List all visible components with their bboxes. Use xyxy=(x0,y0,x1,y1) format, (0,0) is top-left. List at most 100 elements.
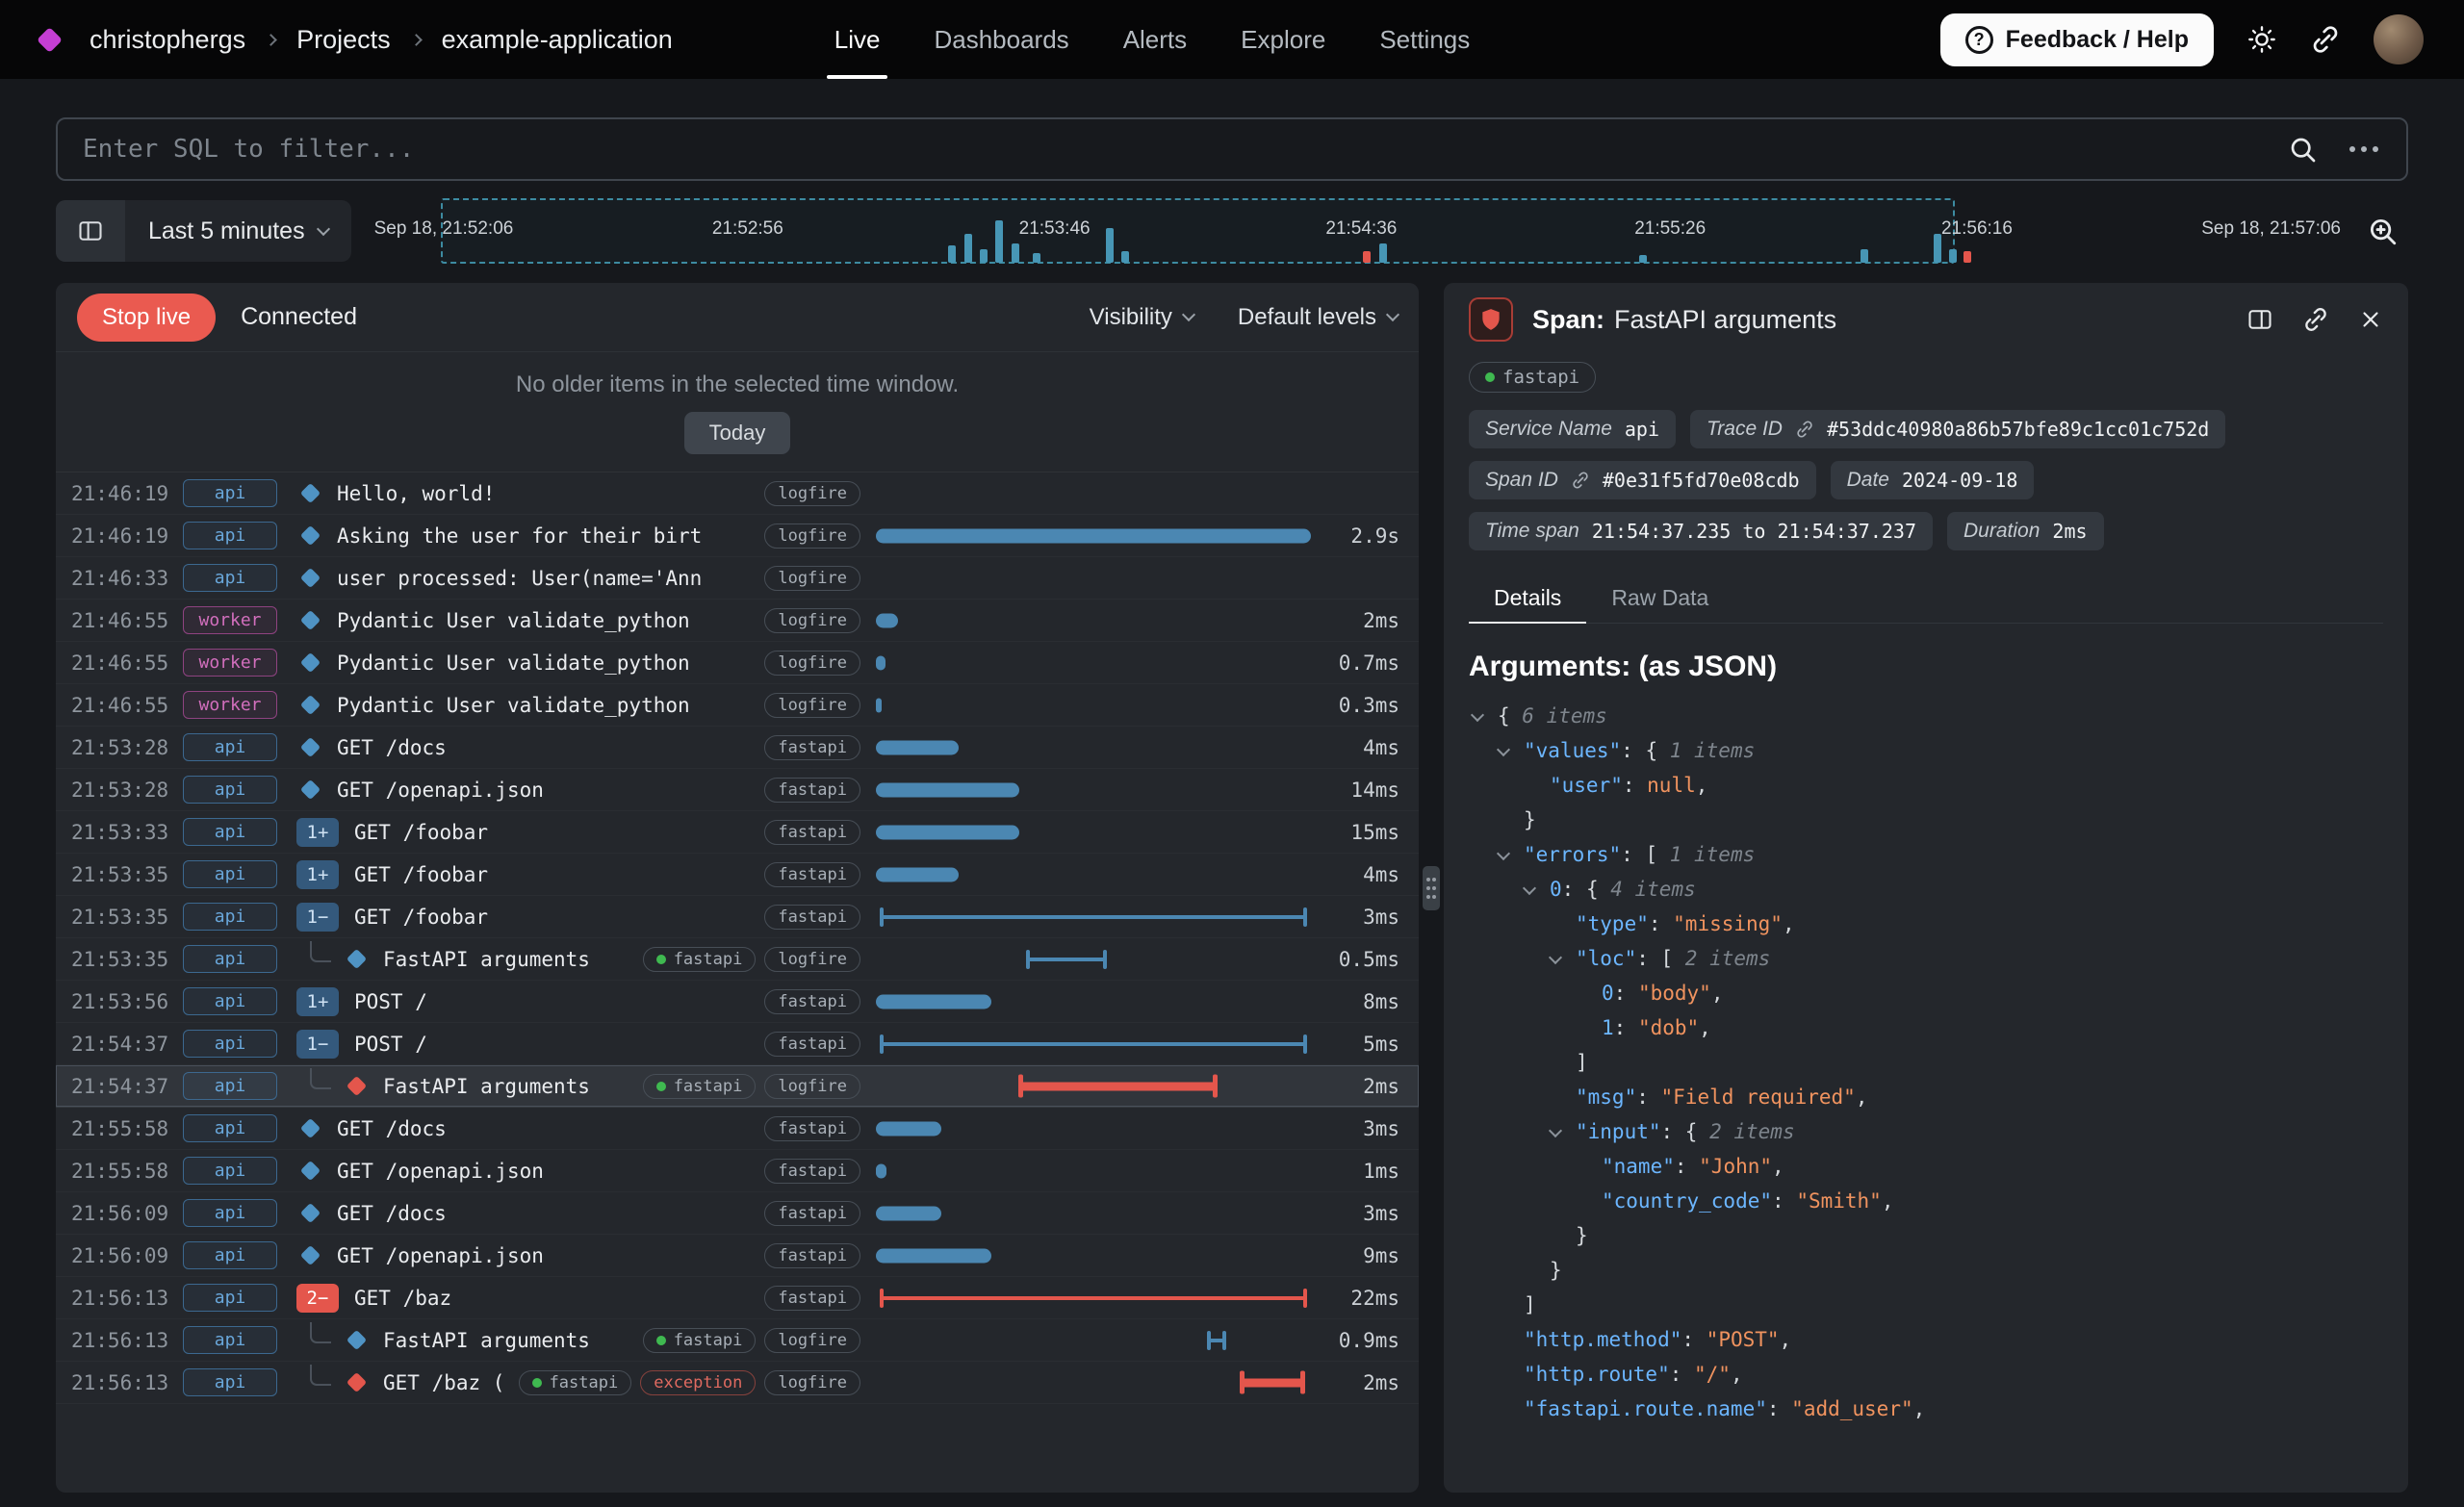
theme-toggle-icon[interactable] xyxy=(2246,24,2277,55)
trace-row[interactable]: 21:56:13apiGET /baz (fofastapiexceptionl… xyxy=(56,1362,1419,1404)
panel-resizer[interactable] xyxy=(1419,283,1444,1493)
stop-live-button[interactable]: Stop live xyxy=(77,294,216,342)
row-chip-fastapi: fastapi xyxy=(764,1201,860,1226)
json-collapse-icon[interactable] xyxy=(1549,1124,1562,1137)
service-tag: api xyxy=(183,522,277,549)
trace-row[interactable]: 21:53:35apiFastAPI argumentsfastapilogfi… xyxy=(56,938,1419,981)
row-duration: 3ms xyxy=(1311,906,1399,929)
duration-bar xyxy=(876,528,1311,543)
span-count-badge[interactable]: 1+ xyxy=(296,860,339,889)
trace-row[interactable]: 21:55:58apiGET /openapi.jsonfastapi1ms xyxy=(56,1150,1419,1192)
row-message: Pydantic User validate_python xyxy=(337,609,690,632)
json-collapse-icon[interactable] xyxy=(1497,743,1510,756)
time-range-selector[interactable]: Last 5 minutes xyxy=(125,200,351,262)
tab-raw-data[interactable]: Raw Data xyxy=(1586,574,1733,623)
row-chip-fastapi: fastapi xyxy=(764,1286,860,1311)
row-time: 21:53:56 xyxy=(71,990,183,1013)
tree-connector-icon xyxy=(310,1365,331,1386)
duration-bar xyxy=(876,1121,941,1136)
tab-details[interactable]: Details xyxy=(1469,574,1586,623)
trace-row[interactable]: 21:53:56api1+POST /fastapi8ms xyxy=(56,981,1419,1023)
chevron-down-icon xyxy=(1386,308,1399,321)
trace-row[interactable]: 21:56:13api2−GET /bazfastapi22ms xyxy=(56,1277,1419,1319)
trace-row[interactable]: 21:46:33apiuser processed: User(name='An… xyxy=(56,557,1419,600)
field-service-name[interactable]: Service Nameapi xyxy=(1469,410,1676,448)
field-trace-id[interactable]: Trace ID#53ddc40980a86b57bfe89c1cc01c752… xyxy=(1690,410,2225,448)
columns-icon[interactable] xyxy=(2246,306,2273,333)
trace-row[interactable]: 21:56:09apiGET /openapi.jsonfastapi9ms xyxy=(56,1235,1419,1277)
field-duration[interactable]: Duration2ms xyxy=(1947,512,2104,550)
filter-more-icon[interactable] xyxy=(2347,144,2381,154)
field-time-span[interactable]: Time span21:54:37.235 to 21:54:37.237 xyxy=(1469,512,1933,550)
duration-track xyxy=(876,769,1311,811)
sidebar-toggle-icon[interactable] xyxy=(56,200,125,262)
row-chip-fastapi: fastapi xyxy=(764,1159,860,1184)
trace-row[interactable]: 21:46:19apiAsking the user for their bir… xyxy=(56,515,1419,557)
trace-row[interactable]: 21:46:55workerPydantic User validate_pyt… xyxy=(56,600,1419,642)
default-levels-dropdown[interactable]: Default levels xyxy=(1238,304,1398,331)
span-count-badge[interactable]: 2− xyxy=(296,1284,339,1313)
duration-bar xyxy=(880,1296,1308,1300)
trace-row[interactable]: 21:56:09apiGET /docsfastapi3ms xyxy=(56,1192,1419,1235)
trace-row[interactable]: 21:46:55workerPydantic User validate_pyt… xyxy=(56,684,1419,727)
field-date[interactable]: Date2024-09-18 xyxy=(1831,461,2035,499)
row-message: GET /baz (fo xyxy=(383,1371,505,1394)
json-line: "type": "missing", xyxy=(1469,907,2383,941)
share-link-icon[interactable] xyxy=(2310,24,2341,55)
duration-bar xyxy=(1018,1082,1218,1090)
trace-row[interactable]: 21:56:13apiFastAPI argumentsfastapilogfi… xyxy=(56,1319,1419,1362)
span-count-badge[interactable]: 1− xyxy=(296,1030,339,1059)
trace-row[interactable]: 21:53:28apiGET /openapi.jsonfastapi14ms xyxy=(56,769,1419,811)
trace-row[interactable]: 21:53:35api1+GET /foobarfastapi4ms xyxy=(56,854,1419,896)
field-span-id[interactable]: Span ID#0e31f5fd70e08cdb xyxy=(1469,461,1816,499)
nav-tab-dashboards[interactable]: Dashboards xyxy=(907,0,1095,79)
breadcrumb-item[interactable]: example-application xyxy=(442,25,673,55)
trace-row[interactable]: 21:54:37apiFastAPI argumentsfastapilogfi… xyxy=(56,1065,1419,1108)
timeline-chart[interactable]: Sep 18, 21:52:0621:52:5621:53:4621:54:36… xyxy=(374,196,2341,266)
breadcrumb-item[interactable]: christophergs xyxy=(90,25,245,55)
span-count-badge[interactable]: 1+ xyxy=(296,987,339,1016)
json-collapse-icon[interactable] xyxy=(1471,708,1484,722)
timeline-histogram-bar xyxy=(1363,251,1371,263)
timeline-tick-label: Sep 18, 21:57:06 xyxy=(2201,218,2341,240)
span-count-badge[interactable]: 1− xyxy=(296,903,339,932)
logfire-logo-icon[interactable] xyxy=(37,27,63,53)
timeline-selection[interactable] xyxy=(441,198,1955,264)
trace-row[interactable]: 21:53:33api1+GET /foobarfastapi15ms xyxy=(56,811,1419,854)
feedback-help-button[interactable]: ? Feedback / Help xyxy=(1940,13,2214,66)
duration-bar xyxy=(876,655,886,670)
service-tag: api xyxy=(183,1284,277,1312)
trace-row[interactable]: 21:53:28apiGET /docsfastapi4ms xyxy=(56,727,1419,769)
zoom-in-icon[interactable] xyxy=(2356,205,2408,257)
json-line: 0: "body", xyxy=(1469,976,2383,1010)
trace-row[interactable]: 21:46:19apiHello, world!logfire xyxy=(56,473,1419,515)
span-diamond-icon xyxy=(346,1076,367,1096)
trace-row[interactable]: 21:54:37api1−POST /fastapi5ms xyxy=(56,1023,1419,1065)
search-icon[interactable] xyxy=(2287,134,2318,165)
sql-filter-input[interactable] xyxy=(83,135,2258,164)
row-time: 21:55:58 xyxy=(71,1117,183,1140)
json-collapse-icon[interactable] xyxy=(1523,881,1536,895)
visibility-dropdown[interactable]: Visibility xyxy=(1090,304,1194,331)
duration-bar xyxy=(876,740,959,754)
nav-tab-alerts[interactable]: Alerts xyxy=(1096,0,1214,79)
breadcrumb-item[interactable]: Projects xyxy=(296,25,391,55)
row-duration: 1ms xyxy=(1311,1160,1399,1183)
span-count-badge[interactable]: 1+ xyxy=(296,818,339,847)
json-line: "errors": [ 1 items xyxy=(1469,837,2383,872)
nav-tab-live[interactable]: Live xyxy=(808,0,908,79)
trace-row[interactable]: 21:46:55workerPydantic User validate_pyt… xyxy=(56,642,1419,684)
nav-tab-settings[interactable]: Settings xyxy=(1352,0,1497,79)
copy-link-icon[interactable] xyxy=(2302,306,2329,333)
close-icon[interactable] xyxy=(2358,306,2383,333)
visibility-label: Visibility xyxy=(1090,304,1172,331)
nav-tab-explore[interactable]: Explore xyxy=(1214,0,1352,79)
json-collapse-icon[interactable] xyxy=(1497,847,1510,860)
trace-row[interactable]: 21:53:35api1−GET /foobarfastapi3ms xyxy=(56,896,1419,938)
json-collapse-icon[interactable] xyxy=(1549,951,1562,964)
row-message: GET /docs xyxy=(337,1117,447,1140)
today-button[interactable]: Today xyxy=(684,412,791,454)
user-avatar[interactable] xyxy=(2374,14,2424,64)
trace-row[interactable]: 21:55:58apiGET /docsfastapi3ms xyxy=(56,1108,1419,1150)
row-time: 21:55:58 xyxy=(71,1160,183,1183)
